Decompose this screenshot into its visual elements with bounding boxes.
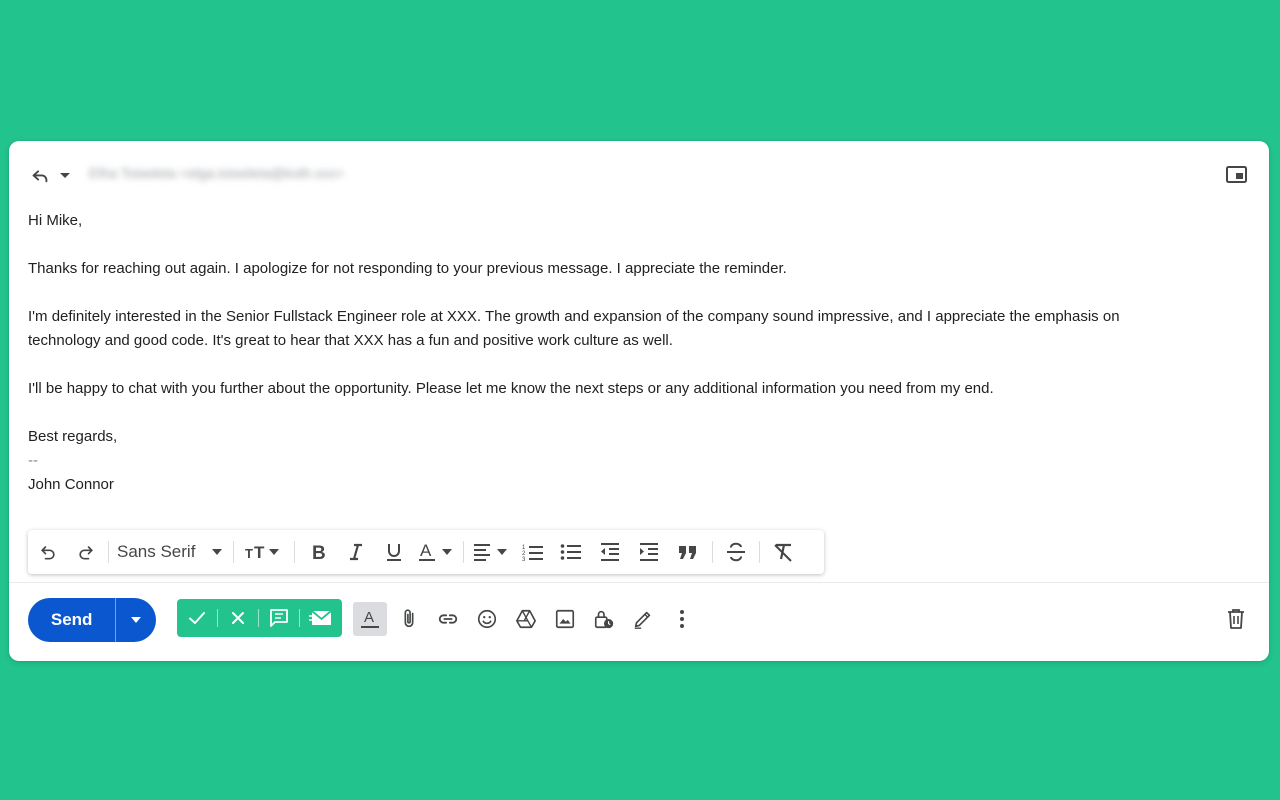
- recipient-address[interactable]: Elha Toiseleta <elga.toiseleta@koth.xxx>: [89, 165, 344, 181]
- attach-icon[interactable]: [392, 602, 426, 636]
- link-icon[interactable]: [431, 602, 465, 636]
- more-options-icon[interactable]: [665, 602, 699, 636]
- send-button-group: Send: [28, 598, 156, 642]
- svg-text:T: T: [254, 543, 265, 562]
- indent-more-icon[interactable]: [630, 530, 668, 574]
- svg-text:B: B: [312, 543, 326, 562]
- formatting-toolbar: Sans Serif TT B A 123: [28, 530, 824, 574]
- reply-type-dropdown-icon[interactable]: [58, 165, 72, 185]
- reject-icon[interactable]: [218, 599, 258, 637]
- font-family-label: Sans Serif: [117, 542, 196, 561]
- signature-icon[interactable]: [626, 602, 660, 636]
- send-button[interactable]: Send: [28, 598, 115, 642]
- message-body[interactable]: Hi Mike, Thanks for reaching out again. …: [28, 209, 1228, 497]
- italic-icon[interactable]: [337, 530, 375, 574]
- divider: [759, 541, 760, 563]
- quote-icon[interactable]: [668, 530, 708, 574]
- greeting-line: Hi Mike,: [28, 212, 83, 229]
- underline-icon[interactable]: [375, 530, 413, 574]
- strikethrough-icon[interactable]: [717, 530, 755, 574]
- drive-icon[interactable]: [509, 602, 543, 636]
- indent-less-icon[interactable]: [590, 530, 630, 574]
- schedule-send-dropdown[interactable]: [115, 598, 156, 642]
- body-paragraph: technology and good code. It's great to …: [28, 332, 673, 349]
- compose-window: Elha Toiseleta <elga.toiseleta@koth.xxx>…: [9, 141, 1269, 661]
- chevron-down-icon: [131, 617, 142, 623]
- bold-icon[interactable]: B: [299, 530, 337, 574]
- comment-icon[interactable]: [259, 599, 299, 637]
- divider: [233, 541, 234, 563]
- body-paragraph: Thanks for reaching out again. I apologi…: [28, 260, 787, 277]
- remove-formatting-icon[interactable]: [764, 530, 802, 574]
- numbered-list-icon[interactable]: 123: [514, 530, 552, 574]
- extension-toolbar: [177, 599, 342, 637]
- closing-line: Best regards,: [28, 428, 118, 445]
- divider: [463, 541, 464, 563]
- chevron-down-icon: [212, 549, 223, 555]
- signature-name: John Connor: [28, 476, 114, 493]
- body-paragraph: I'm definitely interested in the Senior …: [28, 308, 1120, 325]
- font-family-select[interactable]: Sans Serif: [113, 530, 229, 574]
- pop-out-icon[interactable]: [1225, 164, 1249, 186]
- trash-icon[interactable]: [1219, 602, 1253, 636]
- svg-text:A: A: [364, 609, 374, 626]
- svg-text:T: T: [245, 546, 253, 561]
- font-size-icon[interactable]: TT: [238, 530, 290, 574]
- redo-icon[interactable]: [68, 530, 104, 574]
- svg-text:A: A: [420, 541, 432, 560]
- compose-header: Elha Toiseleta <elga.toiseleta@koth.xxx>: [9, 141, 1269, 205]
- undo-icon[interactable]: [28, 530, 68, 574]
- divider: [108, 541, 109, 563]
- formatting-options-icon[interactable]: A: [353, 602, 387, 636]
- align-icon[interactable]: [468, 530, 514, 574]
- divider: [712, 541, 713, 563]
- bulleted-list-icon[interactable]: [552, 530, 590, 574]
- emoji-icon[interactable]: [470, 602, 504, 636]
- svg-text:3: 3: [522, 557, 526, 562]
- email-template-icon[interactable]: [300, 599, 342, 637]
- photo-icon[interactable]: [548, 602, 582, 636]
- reply-icon[interactable]: [29, 164, 51, 186]
- text-color-icon[interactable]: A: [413, 530, 459, 574]
- body-paragraph: I'll be happy to chat with you further a…: [28, 380, 994, 397]
- toolbar-divider: [9, 582, 1269, 583]
- divider: [294, 541, 295, 563]
- accept-icon[interactable]: [177, 599, 217, 637]
- signature-separator: --: [28, 452, 38, 469]
- confidential-icon[interactable]: [587, 602, 621, 636]
